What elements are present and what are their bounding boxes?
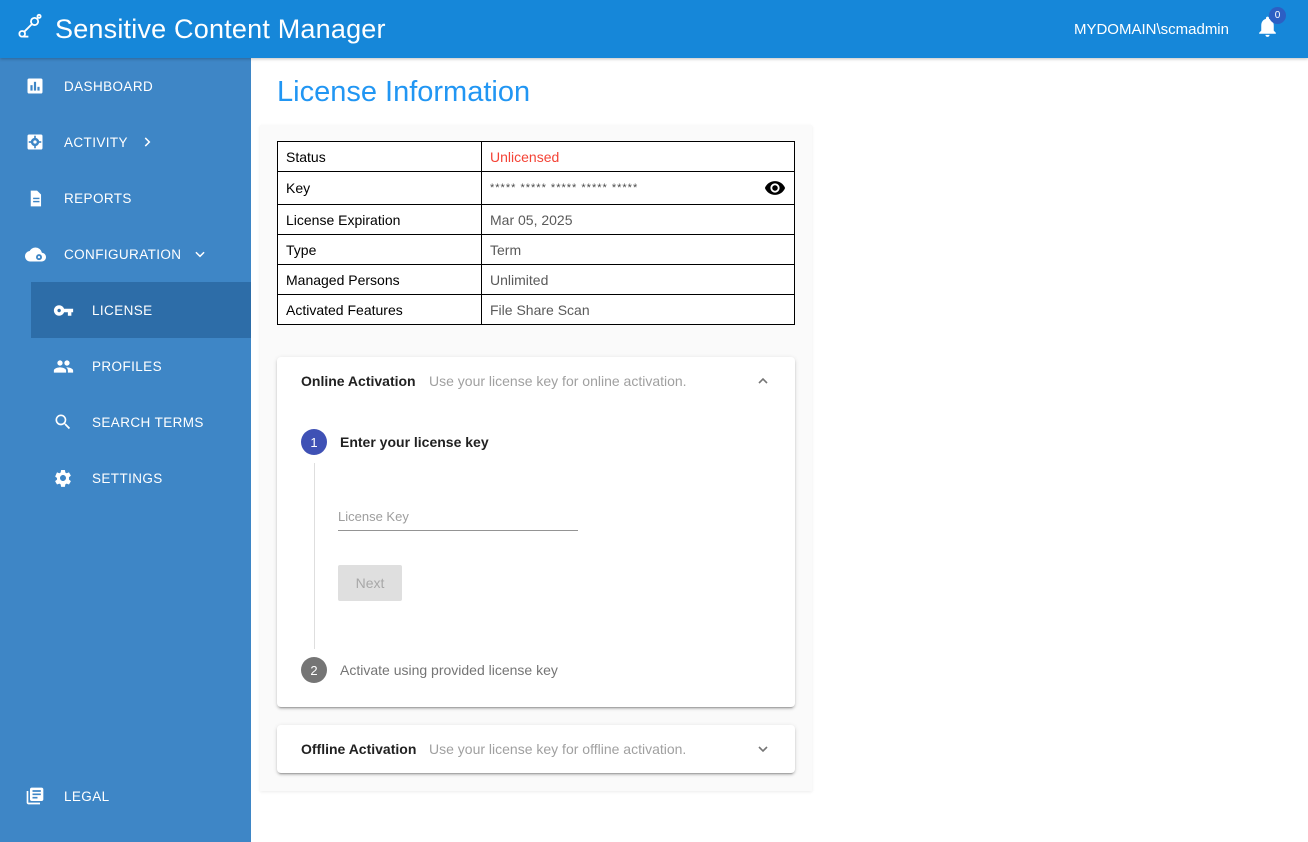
activity-icon: [24, 131, 46, 153]
sidebar-item-label: LEGAL: [64, 788, 110, 804]
sidebar-item-reports[interactable]: REPORTS: [0, 170, 251, 226]
step-number-badge: 1: [301, 429, 327, 455]
sidebar-item-configuration[interactable]: CONFIGURATION: [0, 226, 251, 282]
sidebar-item-license[interactable]: LICENSE: [31, 282, 251, 338]
offline-activation-panel: Offline Activation Use your license key …: [277, 725, 795, 773]
main-content: License Information Status Unlicensed Ke…: [251, 58, 1308, 842]
panel-description: Use your license key for online activati…: [429, 373, 687, 389]
step-number-badge: 2: [301, 657, 327, 683]
app-title: Sensitive Content Manager: [55, 13, 386, 44]
row-label: License Expiration: [277, 204, 482, 235]
step2-label: Activate using provided license key: [340, 662, 558, 678]
sidebar-item-label: ACTIVITY: [64, 134, 128, 150]
online-activation-header[interactable]: Online Activation Use your license key f…: [277, 357, 795, 405]
content-wrapper: Status Unlicensed Key ***** ***** ***** …: [260, 125, 812, 791]
table-row: Status Unlicensed: [277, 141, 795, 172]
sidebar-item-profiles[interactable]: PROFILES: [0, 338, 251, 394]
panel-title: Online Activation: [301, 373, 416, 389]
table-row: Type Term: [277, 234, 795, 265]
legal-icon: [24, 785, 46, 807]
sidebar-item-label: REPORTS: [64, 190, 132, 206]
visibility-eye-icon[interactable]: [764, 177, 786, 199]
next-button[interactable]: Next: [338, 565, 402, 601]
app-logo-icon: [16, 13, 43, 45]
step2-header[interactable]: 2 Activate using provided license key: [301, 657, 771, 683]
notification-badge: 0: [1269, 7, 1286, 24]
bell-icon: [1255, 16, 1280, 43]
table-row: Activated Features File Share Scan: [277, 294, 795, 325]
gear-icon: [52, 467, 74, 489]
row-value: Term: [481, 234, 795, 265]
reports-icon: [24, 187, 46, 209]
step1-header[interactable]: 1 Enter your license key: [301, 429, 771, 455]
sidebar-item-label: LICENSE: [92, 302, 153, 318]
sidebar-item-label: SETTINGS: [92, 470, 163, 486]
row-label: Status: [277, 141, 482, 172]
page-title: License Information: [277, 76, 531, 108]
chevron-down-icon[interactable]: [755, 741, 771, 757]
row-label: Managed Persons: [277, 264, 482, 295]
sidebar-item-label: CONFIGURATION: [64, 246, 182, 262]
row-value: ***** ***** ***** ***** *****: [490, 182, 639, 194]
row-label: Type: [277, 234, 482, 265]
sidebar-item-settings[interactable]: SETTINGS: [0, 450, 251, 506]
row-value: File Share Scan: [481, 294, 795, 325]
stepper: 1 Enter your license key Next 2 Activate…: [277, 405, 795, 707]
user-account-label: MYDOMAIN\scmadmin: [1073, 20, 1229, 38]
sidebar-item-search-terms[interactable]: SEARCH TERMS: [0, 394, 251, 450]
sidebar-item-label: DASHBOARD: [64, 78, 154, 94]
panel-description: Use your license key for offline activat…: [429, 741, 687, 757]
chevron-up-icon[interactable]: [755, 373, 771, 389]
configuration-icon: [24, 243, 46, 265]
row-label: Activated Features: [277, 294, 482, 325]
row-value: Unlimited: [481, 264, 795, 295]
row-value: Mar 05, 2025: [481, 204, 795, 235]
sidebar-item-label: SEARCH TERMS: [92, 414, 204, 430]
table-row: License Expiration Mar 05, 2025: [277, 204, 795, 235]
license-table: Status Unlicensed Key ***** ***** ***** …: [277, 141, 795, 325]
sidebar-item-legal[interactable]: LEGAL: [0, 768, 251, 824]
table-row: Managed Persons Unlimited: [277, 264, 795, 295]
search-icon: [52, 411, 74, 433]
key-icon: [52, 299, 74, 321]
app-header: Sensitive Content Manager MYDOMAIN\scmad…: [0, 0, 1308, 58]
sidebar-item-label: PROFILES: [92, 358, 162, 374]
sidebar-item-dashboard[interactable]: DASHBOARD: [0, 58, 251, 114]
dashboard-icon: [24, 75, 46, 97]
row-value: Unlicensed: [481, 141, 795, 172]
license-key-input[interactable]: [338, 503, 578, 531]
table-row: Key ***** ***** ***** ***** *****: [277, 171, 795, 205]
step1-body: Next: [314, 463, 771, 649]
online-activation-panel: Online Activation Use your license key f…: [277, 357, 795, 707]
people-icon: [52, 355, 74, 377]
offline-activation-header[interactable]: Offline Activation Use your license key …: [277, 725, 795, 773]
chevron-down-icon: [193, 247, 207, 261]
sidebar-item-activity[interactable]: ACTIVITY: [0, 114, 251, 170]
panel-title: Offline Activation: [301, 741, 417, 757]
sidebar: DASHBOARD ACTIVITY REPORTS CONFIGURATION…: [0, 58, 251, 842]
chevron-right-icon: [140, 135, 154, 149]
notifications-bell[interactable]: 0: [1255, 7, 1286, 44]
row-label: Key: [277, 171, 482, 205]
step1-label: Enter your license key: [340, 434, 489, 450]
